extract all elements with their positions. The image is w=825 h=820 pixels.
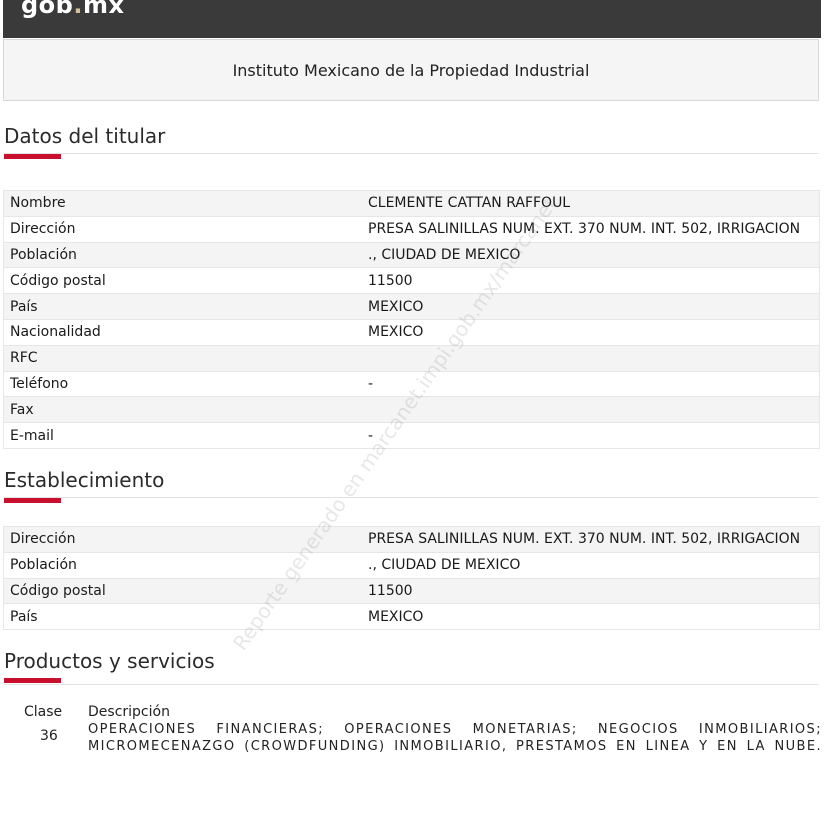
table-row: Nombre CLEMENTE CATTAN RAFFOUL	[3, 190, 820, 217]
table-row: E-mail -	[3, 422, 820, 449]
gobmx-logo[interactable]: gob.mx	[21, 0, 124, 19]
field-label: País	[3, 603, 362, 631]
table-row: Nacionalidad MEXICO	[3, 318, 820, 346]
field-label: Dirección	[3, 526, 362, 553]
table-row: País MEXICO	[3, 293, 820, 320]
table-row: Población., CIUDAD DE MEXICO	[3, 551, 820, 579]
field-label: Código postal	[3, 267, 362, 295]
section-divider	[4, 153, 819, 154]
field-label: País	[3, 293, 362, 320]
table-row: País MEXICO	[3, 603, 820, 631]
clase-value: 36	[40, 728, 58, 744]
field-value: ., CIUDAD DE MEXICO	[362, 551, 820, 579]
table-row: Teléfono -	[3, 370, 820, 398]
field-value: CLEMENTE CATTAN RAFFOUL	[362, 190, 820, 217]
section-accent-bar	[4, 678, 61, 683]
table-row: Fax	[3, 396, 820, 424]
establecimiento-table: Dirección PRESA SALINILLAS NUM. EXT. 370 …	[3, 526, 820, 631]
section-title-establecimiento: Establecimiento	[4, 468, 165, 492]
section-divider	[4, 684, 819, 685]
field-label: Nombre	[3, 190, 362, 217]
field-value	[362, 396, 820, 424]
field-value	[362, 344, 820, 372]
field-value: MEXICO	[362, 603, 820, 631]
descripcion-value: OPERACIONES FINANCIERAS; OPERACIONES MON…	[88, 722, 822, 754]
field-label: Teléfono	[3, 370, 362, 398]
field-value: -	[362, 422, 820, 449]
field-value: MEXICO	[362, 293, 820, 320]
field-value: MEXICO	[362, 318, 820, 346]
section-accent-bar	[4, 498, 61, 503]
field-label: E-mail	[3, 422, 362, 449]
field-label: Fax	[3, 396, 362, 424]
institute-name: Instituto Mexicano de la Propiedad Indus…	[232, 60, 590, 80]
field-value: PRESA SALINILLAS NUM. EXT. 370 NUM. INT.…	[362, 526, 820, 553]
table-row: RFC	[3, 344, 820, 372]
field-label: Código postal	[3, 577, 362, 605]
clase-header: Clase	[24, 704, 63, 720]
table-row: Código postal 11500	[3, 267, 820, 295]
field-label: RFC	[3, 344, 362, 372]
titular-table: Nombre CLEMENTE CATTAN RAFFOUL Dirección P…	[3, 190, 820, 449]
field-value: ., CIUDAD DE MEXICO	[362, 241, 820, 269]
section-title-productos: Productos y servicios	[4, 649, 215, 673]
table-row: Dirección PRESA SALINILLAS NUM. EXT. 370 …	[3, 215, 820, 243]
field-label: Población	[3, 241, 362, 269]
field-label: Dirección	[3, 215, 362, 243]
institute-banner: Instituto Mexicano de la Propiedad Indus…	[3, 39, 819, 101]
field-value: PRESA SALINILLAS NUM. EXT. 370 NUM. INT.…	[362, 215, 820, 243]
field-label: Nacionalidad	[3, 318, 362, 346]
descripcion-header: Descripción	[88, 704, 170, 720]
field-value: 11500	[362, 577, 820, 605]
field-label: Población	[3, 551, 362, 579]
section-accent-bar	[4, 154, 61, 159]
field-value: -	[362, 370, 820, 398]
field-value: 11500	[362, 267, 820, 295]
table-row: Población., CIUDAD DE MEXICO	[3, 241, 820, 269]
section-divider	[4, 497, 819, 498]
table-row: Código postal 11500	[3, 577, 820, 605]
section-title-titular: Datos del titular	[4, 124, 166, 148]
table-row: Dirección PRESA SALINILLAS NUM. EXT. 370 …	[3, 526, 820, 553]
top-bar: gob.mx	[3, 0, 821, 38]
